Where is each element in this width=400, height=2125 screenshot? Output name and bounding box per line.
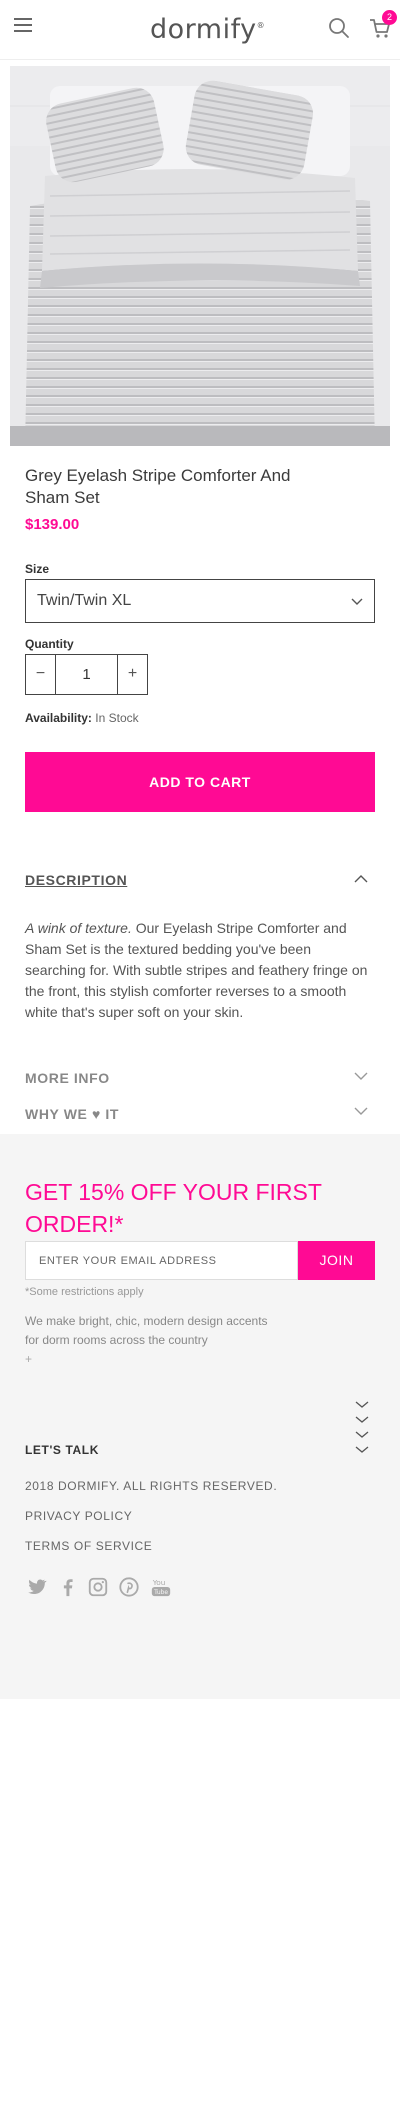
restrictions-note: *Some restrictions apply (25, 1286, 144, 1298)
quantity-decrease-button[interactable]: − (26, 655, 56, 694)
chevron-down-icon[interactable] (355, 1430, 369, 1439)
svg-text:Tube: Tube (153, 1589, 168, 1596)
facebook-icon[interactable] (57, 1576, 79, 1598)
svg-text:You: You (152, 1578, 166, 1587)
promo-heading: GET 15% OFF YOUR FIRST ORDER!* (25, 1179, 322, 1237)
add-to-cart-button[interactable]: ADD TO CART (25, 752, 375, 812)
cart-count-badge: 2 (382, 10, 397, 25)
join-button[interactable]: JOIN (298, 1241, 375, 1280)
availability-value: In Stock (95, 711, 139, 725)
copyright-text: 2018 DORMIFY. ALL RIGHTS RESERVED. (25, 1479, 278, 1493)
menu-icon[interactable] (14, 18, 32, 32)
product-image[interactable] (10, 66, 390, 446)
logo[interactable]: dormify® (150, 14, 265, 45)
quantity-input[interactable]: 1 (57, 655, 116, 694)
size-label: Size (25, 562, 50, 576)
site-footer: GET 15% OFF YOUR FIRST ORDER!* ENTER YOU… (0, 1134, 400, 1699)
chevron-down-icon[interactable] (355, 1445, 369, 1454)
product-title: Grey Eyelash Stripe Comforter And Sham S… (25, 466, 291, 507)
about-plus[interactable]: + (25, 1352, 32, 1366)
instagram-icon[interactable] (87, 1576, 109, 1598)
chevron-up-icon[interactable] (353, 873, 369, 885)
quantity-increase-button[interactable]: + (117, 655, 147, 694)
availability-label: Availability: (25, 711, 92, 725)
description-lead: A wink of texture. (25, 920, 132, 936)
chevron-down-icon[interactable] (355, 1400, 369, 1409)
pinterest-icon[interactable] (118, 1576, 140, 1598)
search-icon[interactable] (327, 16, 351, 40)
email-input[interactable]: ENTER YOUR EMAIL ADDRESS (25, 1241, 298, 1280)
description-text: A wink of texture. Our Eyelash Stripe Co… (25, 918, 375, 1023)
product-price: $139.00 (25, 516, 80, 533)
chevron-down-icon[interactable] (353, 1070, 369, 1082)
youtube-icon[interactable]: You Tube (150, 1576, 172, 1598)
terms-of-service-link[interactable]: TERMS OF SERVICE (25, 1539, 152, 1553)
about-text: We make bright, chic, modern design acce… (25, 1314, 268, 1347)
logo-text: dormify (150, 14, 257, 45)
chevron-down-icon[interactable] (355, 1415, 369, 1424)
site-header: dormify® 2 (0, 0, 400, 60)
privacy-policy-link[interactable]: PRIVACY POLICY (25, 1509, 132, 1523)
chevron-down-icon (351, 598, 363, 605)
quantity-stepper: − 1 + (25, 654, 148, 695)
availability: Availability: In Stock (25, 711, 139, 725)
size-select[interactable]: Twin/Twin XL (25, 579, 375, 623)
twitter-icon[interactable] (25, 1576, 47, 1598)
size-select-value: Twin/Twin XL (37, 592, 132, 609)
quantity-label: Quantity (25, 637, 74, 651)
description-heading[interactable]: DESCRIPTION (25, 872, 127, 888)
more-info-heading[interactable]: MORE INFO (25, 1070, 110, 1086)
lets-talk-heading[interactable]: LET'S TALK (25, 1443, 99, 1457)
chevron-down-icon[interactable] (353, 1105, 369, 1117)
why-we-love-it-heading[interactable]: WHY WE ♥ IT (25, 1106, 119, 1122)
